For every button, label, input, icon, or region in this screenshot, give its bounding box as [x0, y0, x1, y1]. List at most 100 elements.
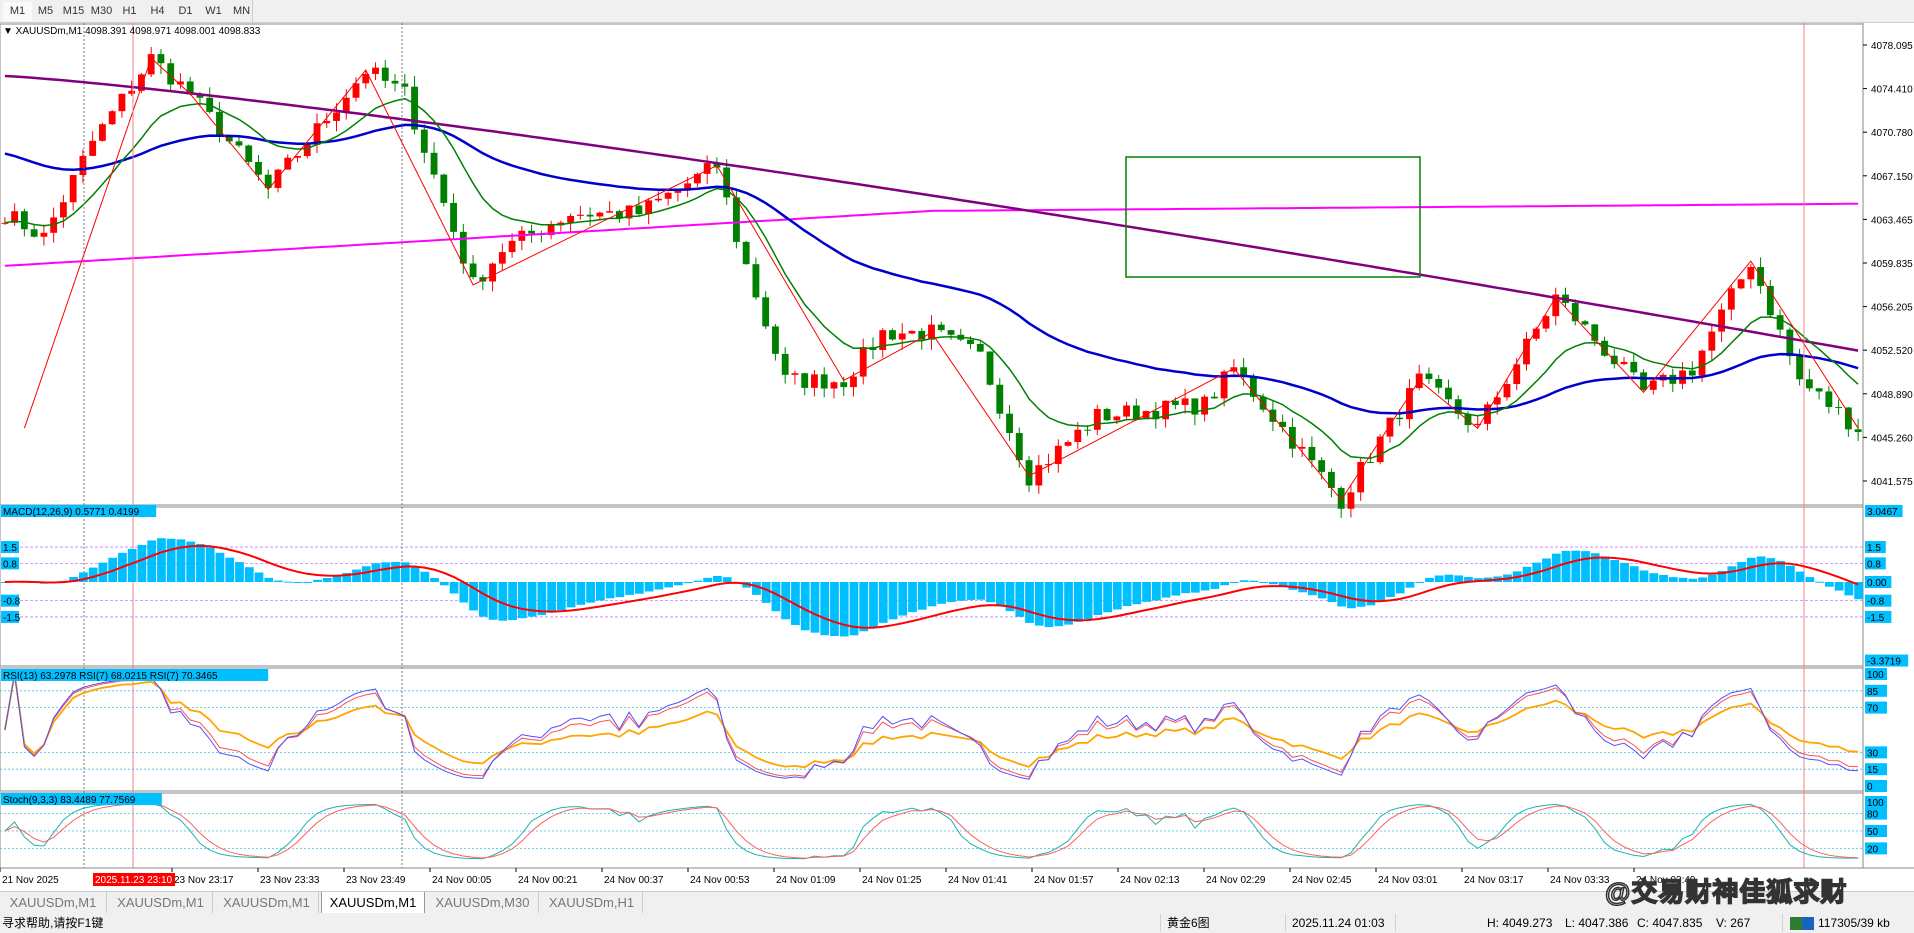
connection-bars-icon: [1790, 917, 1814, 930]
time-axis-label: 24 Nov 01:25: [862, 875, 922, 886]
macd-histogram-bar: [157, 538, 166, 582]
macd-histogram-bar: [595, 582, 605, 601]
candle-body: [118, 93, 126, 112]
time-axis-label: 24 Nov 03:01: [1378, 875, 1438, 886]
candle-body: [596, 212, 604, 217]
candle-body: [235, 141, 243, 146]
macd-histogram-bar: [1405, 582, 1415, 588]
macd-histogram-bar: [1620, 562, 1629, 582]
macd-histogram-bar: [1064, 582, 1073, 625]
candle-body: [1747, 267, 1755, 280]
chart-tab[interactable]: XAUUSDm,M1: [109, 892, 213, 913]
macd-histogram-bar: [898, 582, 908, 616]
timeframe-h4[interactable]: H4: [143, 2, 172, 21]
price-axis-label: 4048.890: [1871, 390, 1913, 401]
price-axis-label: 4074.410: [1871, 85, 1913, 96]
candle-body: [1835, 406, 1843, 408]
candle-body: [811, 374, 818, 388]
macd-histogram-bar: [635, 582, 644, 594]
macd-histogram-bar: [1229, 582, 1239, 583]
timeframe-h1[interactable]: H1: [115, 2, 144, 21]
time-axis-label: 24 Nov 00:21: [518, 875, 578, 886]
candle-body: [1727, 288, 1735, 310]
timeframe-d1[interactable]: D1: [171, 2, 200, 21]
candle-body: [1406, 388, 1413, 420]
candle-body: [1181, 398, 1189, 405]
chart-tab[interactable]: XAUUSDm,M1: [0, 892, 107, 913]
macd-histogram-bar: [1668, 577, 1678, 582]
chart-tab[interactable]: XAUUSDm,M1: [215, 892, 319, 913]
macd-histogram-bar: [1795, 571, 1805, 582]
timeframe-m30[interactable]: M30: [87, 2, 116, 21]
candle-body: [89, 140, 97, 156]
macd-histogram-bar: [1425, 577, 1434, 582]
chart-tab[interactable]: XAUUSDm,M30: [427, 892, 539, 913]
macd-histogram-bar: [869, 582, 878, 628]
macd-axis-label: -3.3719: [1867, 657, 1901, 668]
macd-histogram-bar: [1649, 573, 1659, 582]
timeframe-w1[interactable]: W1: [199, 2, 228, 21]
macd-histogram-bar: [352, 569, 361, 582]
candle-body: [1688, 370, 1696, 376]
macd-histogram-bar: [1444, 574, 1454, 582]
candle-body: [762, 297, 770, 327]
candle-body: [576, 214, 584, 216]
stoch-panel: [0, 792, 1864, 869]
macd-histogram-bar: [1678, 577, 1688, 582]
candle-body: [1649, 380, 1657, 390]
macd-histogram-bar: [1824, 582, 1834, 587]
price-axis-label: 4052.520: [1871, 346, 1913, 357]
chart-tab[interactable]: XAUUSDm,M1: [321, 892, 425, 914]
candle-body: [1620, 361, 1628, 365]
candle-body: [1630, 361, 1638, 373]
time-axis-label: 24 Nov 03:17: [1464, 875, 1524, 886]
candle-body: [733, 197, 740, 242]
candle-body: [157, 54, 165, 64]
time-axis-label: 24 Nov 01:41: [948, 875, 1008, 886]
candle-body: [303, 144, 311, 157]
timeframe-m15[interactable]: M15: [59, 2, 88, 21]
macd-axis-label: 0.00: [1867, 578, 1887, 589]
candle-body: [69, 175, 77, 203]
candle-body: [1386, 417, 1394, 437]
chart-window[interactable]: 4078.095 4074.410 4070.780 4067.150 4063.465…: [0, 23, 1914, 891]
candle-body: [391, 80, 399, 84]
macd-histogram-bar: [693, 580, 703, 582]
macd-histogram-bar: [332, 575, 342, 582]
candle-body: [430, 152, 438, 175]
candle-body: [1171, 400, 1179, 405]
time-axis-label: 23 Nov 23:17: [174, 875, 234, 886]
price-axis-label: 4067.150: [1871, 172, 1913, 183]
candle-body: [508, 240, 516, 253]
timeframe-mn[interactable]: MN: [227, 2, 256, 21]
timeframe-m1[interactable]: M1: [3, 2, 32, 21]
candle-body: [654, 198, 662, 201]
macd-histogram-bar: [1834, 582, 1844, 591]
candle-body: [245, 145, 253, 162]
macd-histogram-bar: [1132, 582, 1142, 605]
candle-body: [255, 161, 262, 175]
macd-histogram-bar: [225, 557, 235, 582]
rsi-axis-label: 30: [1867, 748, 1879, 759]
chart-tab[interactable]: XAUUSDm,H1: [541, 892, 643, 913]
macd-histogram-bar: [166, 538, 176, 582]
candle-body: [1123, 405, 1130, 417]
candle-body: [381, 67, 389, 81]
candle-body: [59, 202, 67, 218]
candle-body: [20, 211, 28, 230]
macd-histogram-bar: [956, 582, 966, 601]
rsi-axis-label: 100: [1867, 670, 1884, 681]
macd-axis-label: 0.8: [1867, 559, 1881, 570]
candle-body: [1805, 379, 1813, 389]
candle-body: [976, 344, 984, 352]
macd-histogram-bar: [176, 539, 186, 582]
macd-histogram-bar: [625, 582, 635, 595]
macd-histogram-bar: [1210, 582, 1220, 589]
macd-axis-label: 1.5: [1867, 543, 1881, 554]
macd-histogram-bar: [810, 582, 820, 633]
macd-level-label: 0.8: [3, 559, 17, 570]
timeframe-m5[interactable]: M5: [31, 2, 60, 21]
macd-histogram-bar: [1756, 556, 1766, 582]
candle-body: [1435, 379, 1443, 388]
main-panel: [0, 23, 1864, 506]
